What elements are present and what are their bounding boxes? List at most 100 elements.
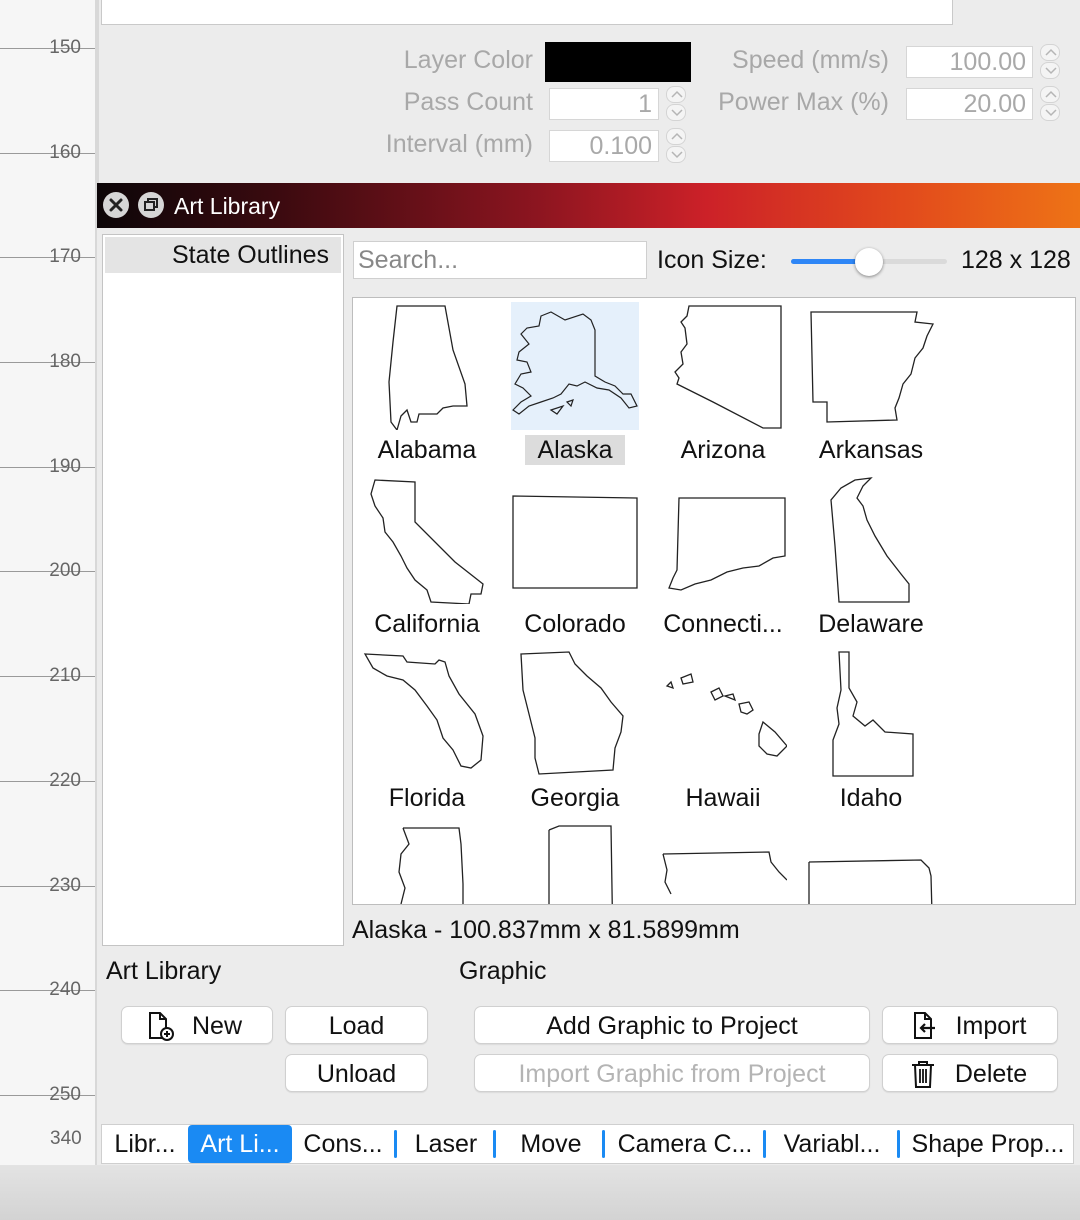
tab-separator [763,1130,766,1158]
load-library-button[interactable]: Load [285,1006,428,1044]
library-item-state-outlines[interactable]: State Outlines [105,237,341,273]
new-library-button[interactable]: New [121,1006,273,1044]
interval-stepper[interactable] [666,128,688,164]
tab-move[interactable]: Move [502,1125,600,1163]
ruler-tick-label: 240 [49,979,81,1000]
tab-variable-text[interactable]: Variabl... [770,1125,894,1163]
chevron-down-icon[interactable] [1040,62,1060,79]
chevron-up-icon[interactable] [1040,86,1060,103]
graphic-item-alaska[interactable]: Alaska [501,298,649,472]
tab-console[interactable]: Cons... [296,1125,390,1163]
unload-library-button[interactable]: Unload [285,1054,428,1092]
power-max-stepper[interactable] [1040,86,1062,122]
graphic-label: California [374,610,480,638]
indiana-outline-icon [511,824,639,904]
delete-graphic-button[interactable]: Delete [882,1054,1058,1092]
layer-settings-panel: Layer Color Pass Count 1 Interval (mm) 0… [99,0,1080,183]
pass-count-label: Pass Count [403,88,533,116]
ruler-tick: 250 [0,1084,95,1105]
tab-separator [493,1130,496,1158]
graphic-item-alabama[interactable]: Alabama [353,298,501,472]
graphic-item-illinois[interactable] [353,820,501,904]
california-outline-icon [363,476,491,605]
graphic-item-idaho[interactable]: Idaho [797,646,945,820]
ruler-tick: 190 [0,456,95,477]
bottom-tab-bar: Libr... Art Li... Cons... Laser Move Cam… [101,1124,1074,1164]
art-library-titlebar[interactable]: Art Library [97,183,1080,228]
icon-size-label: Icon Size: [657,246,767,274]
ruler-tick: 230 [0,875,95,896]
graphic-item-delaware[interactable]: Delaware [797,472,945,646]
pass-count-stepper[interactable] [666,86,688,122]
vertical-ruler: 150 160 170 180 190 200 210 220 230 240 … [0,0,95,1165]
graphic-label: Alabama [377,436,477,464]
ruler-tick-label: 210 [49,665,81,686]
ruler-tick: 170 [0,246,95,267]
ruler-tick: 210 [0,665,95,686]
art-library-section-label: Art Library [106,957,222,985]
arkansas-outline-icon [807,302,935,430]
graphics-grid[interactable]: Alabama Alaska Arizona Arkansas Californ… [352,297,1076,905]
ruler-tick-label: 200 [49,560,81,581]
iowa-outline-icon [659,824,788,904]
colorado-outline-icon [511,476,639,604]
speed-input[interactable]: 100.00 [906,46,1033,78]
graphic-item-arizona[interactable]: Arizona [649,298,797,472]
ruler-tick-label: 340 [50,1128,82,1149]
tab-art-library[interactable]: Art Li... [188,1125,292,1163]
graphic-item-california[interactable]: California [353,472,501,646]
icon-size-slider[interactable] [791,248,947,276]
power-max-input[interactable]: 20.00 [906,88,1033,120]
georgia-outline-icon [511,650,639,778]
graphic-item-connecticut[interactable]: Connecti... [649,472,797,646]
graphic-label: Alaska [525,435,625,465]
library-list[interactable]: State Outlines [102,234,344,946]
chevron-up-icon[interactable] [666,128,686,145]
slider-knob[interactable] [855,248,883,276]
chevron-up-icon[interactable] [1040,44,1060,61]
chevron-down-icon[interactable] [666,146,686,163]
power-max-label: Power Max (%) [718,88,889,116]
interval-input[interactable]: 0.100 [549,130,659,162]
pass-count-input[interactable]: 1 [549,88,659,120]
graphic-item-colorado[interactable]: Colorado [501,472,649,646]
delete-button-label: Delete [954,1060,1028,1088]
graphic-item-kansas[interactable] [797,820,945,904]
ruler-tick: 240 [0,979,95,1000]
ruler-tick: 220 [0,770,95,791]
import-graphic-button[interactable]: Import [882,1006,1058,1044]
close-icon[interactable] [103,192,129,218]
layer-color-swatch[interactable] [545,42,691,82]
florida-outline-icon [363,650,491,778]
graphic-label: Florida [388,784,466,812]
chevron-down-icon[interactable] [1040,104,1060,121]
tab-shape-properties[interactable]: Shape Prop... [904,1125,1072,1163]
graphic-label: Arizona [680,436,766,464]
graphic-label: Idaho [839,784,903,812]
graphic-item-georgia[interactable]: Georgia [501,646,649,820]
graphic-item-iowa[interactable] [649,820,797,904]
import-button-label: Import [955,1012,1027,1040]
graphic-label: Arkansas [818,436,924,464]
ruler-tick-label: 170 [49,246,81,267]
tab-camera-control[interactable]: Camera C... [610,1125,760,1163]
delaware-outline-icon [807,476,935,604]
trash-icon [907,1058,939,1101]
chevron-down-icon[interactable] [666,104,686,121]
search-input[interactable] [353,241,647,279]
chevron-up-icon[interactable] [666,86,686,103]
graphic-item-arkansas[interactable]: Arkansas [797,298,945,472]
new-file-icon [144,1010,176,1053]
ruler-tick-label: 220 [49,770,81,791]
float-window-icon[interactable] [138,192,164,218]
tab-laser[interactable]: Laser [402,1125,490,1163]
graphic-label: Georgia [530,784,620,812]
tab-separator [394,1130,397,1158]
graphic-item-florida[interactable]: Florida [353,646,501,820]
tab-library[interactable]: Libr... [104,1125,186,1163]
speed-stepper[interactable] [1040,44,1062,80]
graphic-item-hawaii[interactable]: Hawaii [649,646,797,820]
add-graphic-to-project-button[interactable]: Add Graphic to Project [474,1006,870,1044]
graphic-item-indiana[interactable] [501,820,649,904]
import-graphic-from-project-button[interactable]: Import Graphic from Project [474,1054,870,1092]
